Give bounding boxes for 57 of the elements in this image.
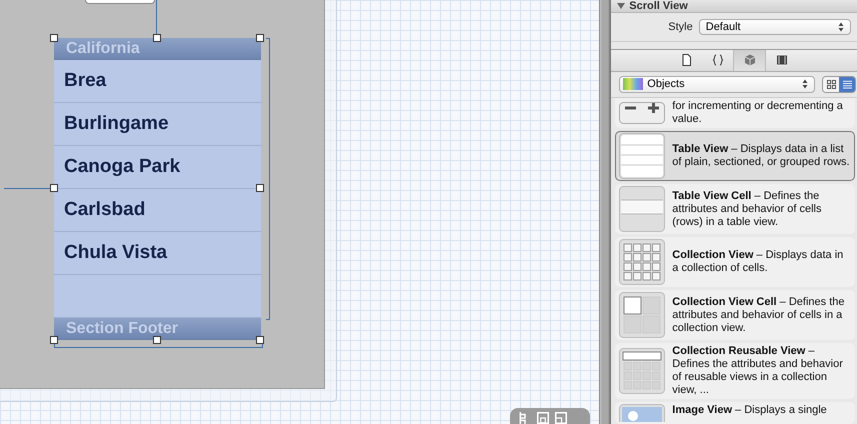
resize-handle[interactable] (50, 34, 58, 42)
document-icon (680, 53, 694, 68)
objects-popup[interactable]: Objects (619, 76, 816, 93)
resize-handle[interactable] (153, 336, 161, 344)
resize-icon[interactable] (554, 411, 568, 424)
image-icon (619, 404, 666, 422)
row-label: Brea (64, 70, 106, 92)
reusable-icon (619, 348, 666, 394)
item-description: Table View – Displays data in a list of plain, sectioned, or grouped rows. (672, 143, 851, 169)
row-label: Chula Vista (64, 242, 168, 264)
popup-arrows-icon (838, 22, 844, 32)
style-label: Style (668, 21, 693, 34)
section-footer: Section Footer (54, 318, 261, 340)
library-item[interactable]: Table View Cell – Defines the attributes and behavior of cells (rows) in a table view. (615, 184, 855, 234)
item-description: Collection View Cell – Defines the attributes and behavior of cells in a collection view. (672, 296, 846, 334)
style-popup[interactable]: Default (698, 19, 851, 36)
grid-view-button[interactable] (823, 76, 840, 92)
cell-icon (619, 186, 666, 232)
resize-handle[interactable] (256, 336, 264, 344)
library-icon (623, 78, 644, 90)
collection-icon (619, 239, 666, 285)
table-view[interactable]: California Brea Burlingame Canoga Park Carlsbad Chula Vista Section Footer (54, 38, 261, 340)
row-label: Burlingame (64, 113, 169, 135)
library-item[interactable]: Collection View Cell – Defines the attributes and behavior of cells in a collection view. (615, 290, 855, 340)
item-description: for incrementing or decrementing a value. (672, 100, 844, 126)
library-item[interactable]: Collection Reusable View – Defines the attributes and behavior of reusable views in a collection view, ... (615, 343, 855, 399)
section-header: California (54, 38, 261, 60)
splitter[interactable] (599, 0, 610, 424)
library-item[interactable]: for incrementing or decrementing a value. (615, 98, 855, 128)
disclosure-triangle-icon[interactable] (617, 3, 626, 10)
item-description: Table View Cell – Defines the attributes and behavior of cells (rows) in a table view. (672, 190, 822, 228)
item-description: Collection View – Displays data in a collection of cells. (672, 249, 844, 275)
resize-handle[interactable] (256, 34, 264, 42)
item-description: Image View – Displays a single (672, 404, 827, 417)
item-description: Collection Reusable View – Defines the attributes and behavior of reusable views in a collection view, ... (672, 345, 844, 397)
grid-icon (826, 80, 836, 89)
list-view-button[interactable] (839, 76, 856, 92)
resize-handle[interactable] (256, 184, 264, 192)
popup-arrows-icon (802, 79, 808, 90)
library-item[interactable]: Image View – Displays a single (615, 402, 855, 424)
braces-icon (710, 53, 725, 68)
library-item[interactable]: Collection View – Displays data in a collection of cells. (615, 237, 855, 287)
film-icon (774, 53, 789, 68)
resize-handle[interactable] (153, 34, 161, 42)
frame-icon[interactable] (536, 411, 550, 424)
section-title: Scroll View (629, 0, 688, 12)
collection-cell-icon (619, 292, 666, 338)
cube-icon (742, 53, 757, 68)
library-item[interactable]: Table View – Displays data in a list of plain, sectioned, or grouped rows. (615, 131, 855, 181)
resize-handle[interactable] (50, 184, 58, 192)
section-header[interactable]: Scroll View (611, 0, 857, 14)
list-icon (842, 80, 852, 89)
stepper-icon (619, 102, 666, 124)
row-label: Carlsbad (64, 199, 146, 221)
row-label: Canoga Park (64, 156, 180, 178)
resize-handle[interactable] (50, 336, 58, 344)
table-icon (619, 133, 666, 179)
